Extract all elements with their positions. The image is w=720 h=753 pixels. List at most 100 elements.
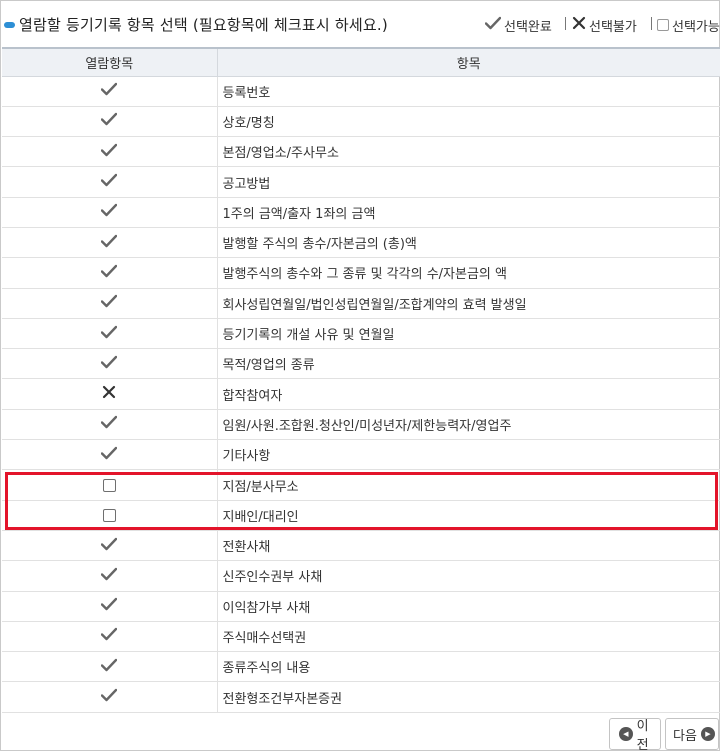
checkmark-icon bbox=[101, 658, 118, 676]
table-row: 1주의 금액/출자 1좌의 금액 bbox=[2, 197, 720, 228]
item-label: 공고방법 bbox=[217, 166, 720, 198]
table-row: 본점/영업소/주사무소 bbox=[2, 136, 720, 168]
checkmark-icon bbox=[101, 264, 118, 282]
prev-button[interactable]: ◀ 이전 bbox=[609, 718, 661, 753]
status-cell bbox=[2, 257, 218, 289]
checkmark-icon bbox=[101, 325, 118, 343]
checkmark-icon bbox=[101, 355, 118, 373]
legend-not-selectable-label: 선택불가 bbox=[589, 19, 637, 35]
item-label: 기타사항 bbox=[217, 439, 720, 471]
column-header-view-item: 열람항목 bbox=[2, 47, 218, 77]
table-row: 회사성립연월일/법인성립연월일/조합계약의 효력 발생일 bbox=[2, 288, 720, 319]
table-row: 목적/영업의 종류 bbox=[2, 348, 720, 380]
item-label: 1주의 금액/출자 1좌의 금액 bbox=[217, 197, 720, 228]
status-cell bbox=[2, 136, 218, 168]
status-cell bbox=[2, 469, 218, 501]
status-cell bbox=[2, 651, 218, 683]
checkmark-icon bbox=[101, 627, 118, 645]
checkmark-icon bbox=[101, 567, 118, 585]
item-label: 전환사채 bbox=[217, 530, 720, 562]
status-cell bbox=[2, 560, 218, 592]
title-bullet-icon bbox=[4, 22, 15, 28]
checkbox-icon[interactable] bbox=[102, 478, 116, 493]
x-mark-icon bbox=[102, 385, 116, 403]
item-label: 전환형조건부자본증권 bbox=[217, 681, 720, 713]
page-title: 열람할 등기기록 항목 선택 (필요항목에 체크표시 하세요.) bbox=[19, 16, 388, 34]
table-row: 주식매수선택권 bbox=[2, 621, 720, 653]
item-label: 지배인/대리인 bbox=[217, 500, 720, 531]
status-cell bbox=[2, 288, 218, 319]
table-row: 발행할 주식의 총수/자본금의 (총)액 bbox=[2, 227, 720, 259]
status-cell bbox=[2, 76, 218, 107]
table-row: 전환사채 bbox=[2, 530, 720, 562]
table-row: 등록번호 bbox=[2, 76, 720, 107]
legend-selectable-label: 선택가능 bbox=[672, 19, 720, 35]
table-row: 지점/분사무소 bbox=[2, 469, 720, 501]
checkmark-icon bbox=[101, 688, 118, 706]
checkmark-icon bbox=[101, 143, 118, 161]
checkmark-icon bbox=[101, 446, 118, 464]
status-cell bbox=[2, 348, 218, 380]
chevron-left-icon: ◀ bbox=[619, 727, 633, 741]
item-label: 임원/사원.조합원.청산인/미성년자/제한능력자/영업주 bbox=[217, 409, 720, 441]
item-label: 지점/분사무소 bbox=[217, 469, 720, 501]
checkmark-icon bbox=[101, 234, 118, 252]
item-label: 신주인수권부 사채 bbox=[217, 560, 720, 592]
status-cell bbox=[2, 106, 218, 138]
status-cell bbox=[2, 439, 218, 471]
table-row: 신주인수권부 사채 bbox=[2, 560, 720, 592]
checkmark-icon bbox=[484, 16, 502, 34]
table-row: 상호/명칭 bbox=[2, 106, 720, 138]
item-label: 발행할 주식의 총수/자본금의 (총)액 bbox=[217, 227, 720, 259]
status-cell bbox=[2, 378, 218, 410]
status-cell bbox=[2, 227, 218, 259]
status-cell bbox=[2, 166, 218, 198]
prev-button-label: 이전 bbox=[636, 719, 649, 753]
item-label: 목적/영업의 종류 bbox=[217, 348, 720, 380]
column-header-item: 항목 bbox=[217, 47, 720, 77]
checkmark-icon bbox=[101, 597, 118, 615]
x-mark-icon bbox=[572, 16, 586, 34]
table-row: 지배인/대리인 bbox=[2, 500, 720, 531]
legend-selected-done: 선택완료 bbox=[484, 15, 552, 35]
item-label: 상호/명칭 bbox=[217, 106, 720, 138]
checkmark-icon bbox=[101, 537, 118, 555]
item-label: 주식매수선택권 bbox=[217, 621, 720, 653]
checkmark-icon bbox=[101, 173, 118, 191]
status-cell bbox=[2, 409, 218, 441]
item-label: 본점/영업소/주사무소 bbox=[217, 136, 720, 168]
item-label: 등기기록의 개설 사유 및 연월일 bbox=[217, 318, 720, 350]
table-row: 전환형조건부자본증권 bbox=[2, 681, 720, 713]
item-label: 합작참여자 bbox=[217, 378, 720, 410]
item-label: 회사성립연월일/법인성립연월일/조합계약의 효력 발생일 bbox=[217, 288, 720, 319]
legend-selected-done-label: 선택완료 bbox=[504, 19, 552, 35]
table-row: 이익참가부 사채 bbox=[2, 591, 720, 622]
table-row: 기타사항 bbox=[2, 439, 720, 471]
chevron-right-icon: ▶ bbox=[700, 727, 715, 741]
item-label: 등록번호 bbox=[217, 76, 720, 107]
table-row: 등기기록의 개설 사유 및 연월일 bbox=[2, 318, 720, 350]
checkmark-icon bbox=[101, 415, 118, 433]
table-row: 임원/사원.조합원.청산인/미성년자/제한능력자/영업주 bbox=[2, 409, 720, 441]
checkbox-icon bbox=[657, 18, 669, 33]
status-cell bbox=[2, 197, 218, 228]
selection-panel: 열람할 등기기록 항목 선택 (필요항목에 체크표시 하세요.) 선택완료 선택… bbox=[0, 0, 720, 753]
table-row: 종류주식의 내용 bbox=[2, 651, 720, 683]
status-cell bbox=[2, 681, 218, 713]
next-button[interactable]: 다음 ▶ bbox=[665, 718, 719, 750]
status-cell bbox=[2, 318, 218, 350]
legend-not-selectable: 선택불가 bbox=[572, 15, 637, 35]
status-cell bbox=[2, 500, 218, 531]
table-row: 합작참여자 bbox=[2, 378, 720, 410]
items-table: 열람항목 항목 등록번호 상호/명칭 본점/영업소/주사무소 공고방법 1주의 금액/출… bbox=[2, 47, 720, 713]
legend-selectable: 선택가능 bbox=[657, 15, 720, 35]
table-header-row: 열람항목 항목 bbox=[2, 47, 720, 77]
checkmark-icon bbox=[101, 112, 118, 130]
table-row: 발행주식의 총수와 그 종류 및 각각의 수/자본금의 액 bbox=[2, 257, 720, 289]
legend-divider bbox=[565, 17, 566, 30]
next-button-label: 다음 bbox=[673, 728, 697, 744]
status-cell bbox=[2, 591, 218, 622]
checkbox-icon[interactable] bbox=[102, 508, 116, 523]
checkmark-icon bbox=[101, 82, 118, 100]
panel-header: 열람할 등기기록 항목 선택 (필요항목에 체크표시 하세요.) 선택완료 선택… bbox=[1, 1, 720, 47]
